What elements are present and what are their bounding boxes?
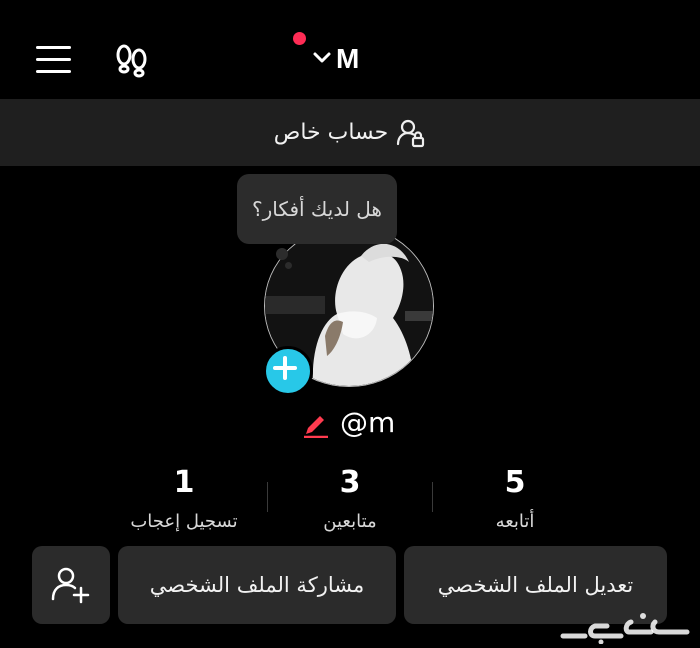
thought-bubble-text: هل لديك أفكار؟ [252, 197, 382, 221]
notification-dot [293, 32, 306, 45]
edit-profile-label: تعديل الملف الشخصي [437, 573, 634, 597]
haraj-watermark-logo [555, 606, 695, 645]
share-profile-label: مشاركة الملف الشخصي [149, 573, 365, 597]
bubble-tail-dot [285, 262, 292, 269]
private-account-banner: حساب خاص [0, 99, 700, 166]
private-account-icon [397, 119, 425, 147]
account-name: M [336, 43, 360, 74]
plus-icon [273, 356, 297, 380]
footprints-button[interactable] [112, 40, 152, 80]
add-friend-button[interactable] [32, 546, 110, 624]
username: @m [340, 406, 396, 439]
edit-pencil-icon [304, 416, 328, 438]
stat-label: تسجيل إعجاب [130, 511, 238, 532]
stat-following[interactable]: 5 أتابعه [435, 463, 595, 532]
stat-followers[interactable]: 3 متابعين [270, 463, 430, 532]
stat-value: 5 [504, 465, 526, 500]
private-account-label: حساب خاص [273, 120, 389, 145]
share-profile-button[interactable]: مشاركة الملف الشخصي [118, 546, 396, 624]
menu-button[interactable] [36, 42, 72, 76]
chevron-down-icon [313, 52, 331, 63]
menu-icon-line [36, 46, 71, 49]
menu-icon-line [36, 58, 71, 61]
stat-value: 3 [339, 465, 361, 500]
stat-likes[interactable]: 1 تسجيل إعجاب [104, 463, 264, 532]
thought-bubble[interactable]: هل لديك أفكار؟ [237, 174, 397, 244]
username-row[interactable]: @m [300, 404, 410, 448]
stat-label: أتابعه [495, 511, 535, 532]
stat-divider [432, 482, 433, 512]
footprints-icon [116, 44, 147, 78]
menu-icon-line [36, 70, 71, 73]
stat-value: 1 [173, 465, 195, 500]
stat-label: متابعين [323, 511, 377, 532]
add-photo-button[interactable] [263, 346, 313, 396]
account-switcher[interactable]: M [290, 30, 380, 80]
stat-divider [267, 482, 268, 512]
add-user-icon [51, 567, 90, 604]
bubble-tail-dot [276, 248, 288, 260]
